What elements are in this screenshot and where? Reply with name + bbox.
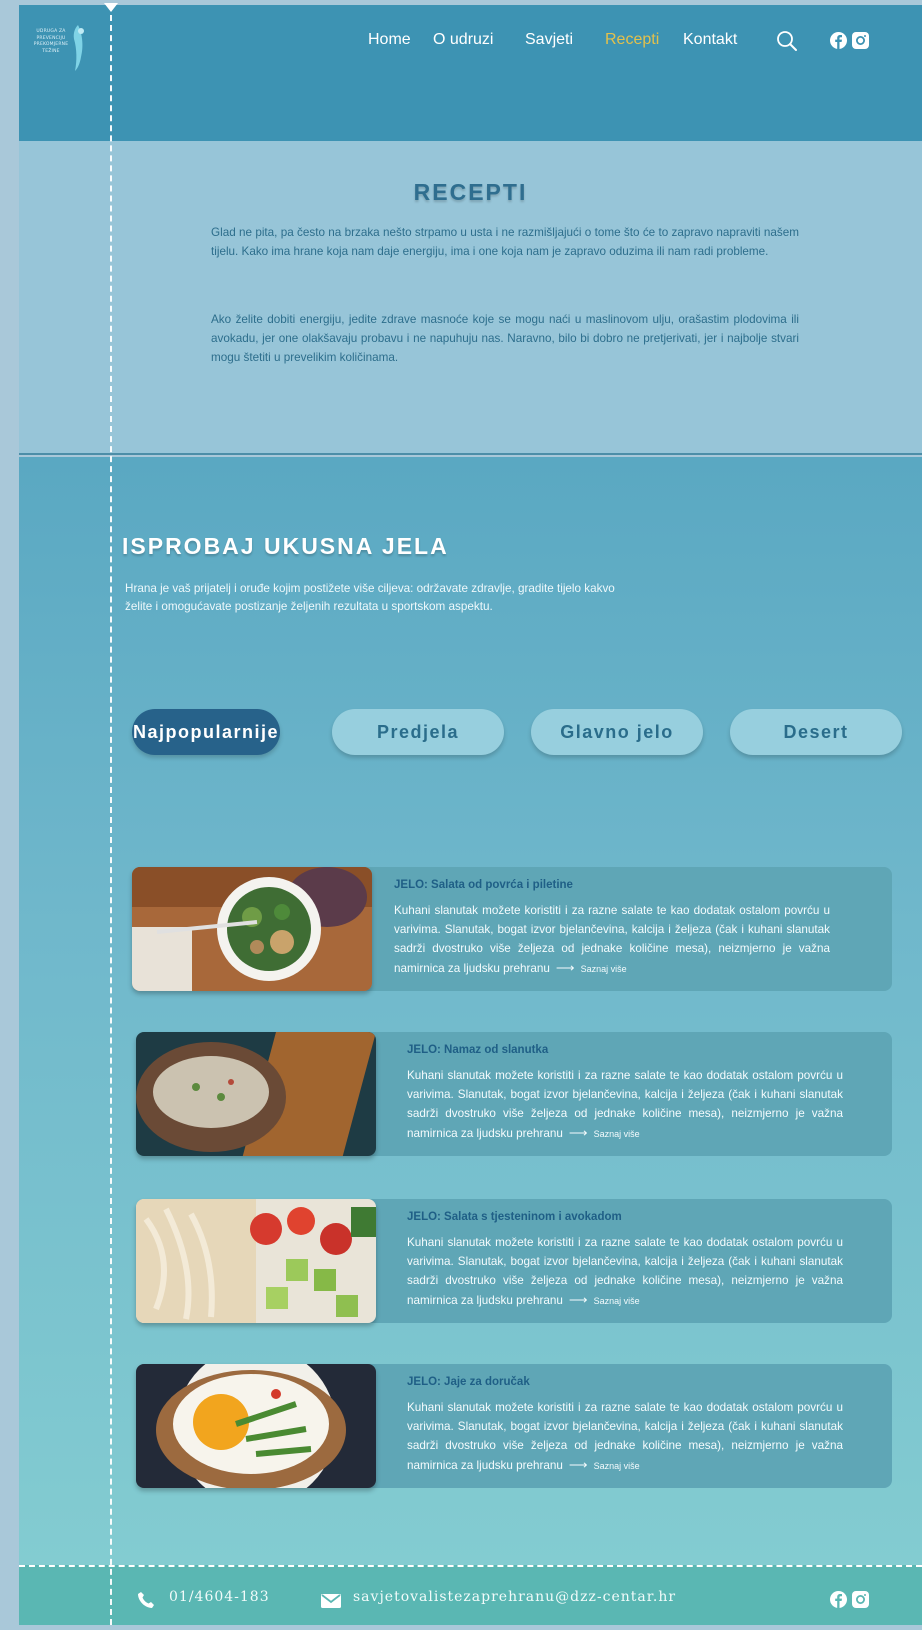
page-title: RECEPTI (413, 179, 528, 205)
recipe-description: Kuhani slanutak možete koristiti i za ra… (407, 1398, 843, 1476)
recipe-card[interactable]: JELO: Salata s tjesteninom i avokadom Ku… (136, 1199, 892, 1323)
mail-icon (321, 1594, 341, 1608)
read-more-link[interactable]: Saznaj više (594, 1129, 640, 1139)
arrow-right-icon: ⟶ (555, 960, 575, 975)
recipe-card[interactable]: JELO: Jaje za doručak Kuhani slanutak mo… (136, 1364, 892, 1488)
nav-kontakt[interactable]: Kontakt (683, 31, 737, 49)
phone-icon (138, 1592, 154, 1608)
intro-paragraph-2: Ako želite dobiti energiju, jedite zdrav… (211, 313, 799, 364)
facebook-icon[interactable] (830, 32, 847, 49)
tab-predjela[interactable]: Predjela (332, 709, 504, 755)
dishes-title: ISPROBAJ UKUSNA JELA (122, 533, 449, 559)
recipe-title: JELO: Salata od povrća i piletine (394, 879, 573, 891)
tab-glavno-jelo[interactable]: Glavno jelo (531, 709, 703, 755)
nav-home[interactable]: Home (368, 31, 411, 49)
recipe-card[interactable]: JELO: Salata od povrća i piletine Kuhani… (132, 867, 892, 991)
dishes-subtitle: Hrana je vaš prijatelj i oruđe kojim pos… (125, 582, 615, 613)
recipe-card[interactable]: JELO: Namaz od slanutka Kuhani slanutak … (136, 1032, 892, 1156)
nav-recepti[interactable]: Recepti (605, 31, 659, 49)
nav-savjeti[interactable]: Savjeti (525, 31, 573, 49)
instagram-icon[interactable] (852, 1591, 869, 1608)
recipe-description: Kuhani slanutak možete koristiti i za ra… (394, 901, 830, 979)
recipe-image-chickpea-spread (136, 1032, 376, 1156)
page: UDRUGA ZA PREVENCIJU PREKOMJERNE TEŽINE … (19, 5, 922, 1625)
read-more-link[interactable]: Saznaj više (594, 1461, 640, 1471)
site-footer: 01/4604-183 savjetovalistezaprehranu@dzz… (19, 1565, 922, 1625)
logo-text: UDRUGA ZA PREVENCIJU PREKOMJERNE TEŽINE (33, 29, 69, 54)
arrow-right-icon: ⟶ (568, 1457, 588, 1472)
recipe-image-salad (132, 867, 372, 991)
recipe-description: Kuhani slanutak možete koristiti i za ra… (407, 1233, 843, 1311)
recipe-title: JELO: Jaje za doručak (407, 1376, 530, 1388)
footer-email[interactable]: savjetovalistezaprehranu@dzz-centar.hr (353, 1589, 676, 1605)
recipe-image-egg-breakfast (136, 1364, 376, 1488)
recipe-image-pasta-avocado (136, 1199, 376, 1323)
search-icon[interactable] (775, 29, 799, 53)
footer-phone[interactable]: 01/4604-183 (169, 1589, 270, 1605)
recipe-title: JELO: Salata s tjesteninom i avokadom (407, 1211, 622, 1223)
arrow-right-icon: ⟶ (568, 1292, 588, 1307)
read-more-link[interactable]: Saznaj više (581, 964, 627, 974)
facebook-icon[interactable] (830, 1591, 847, 1608)
dishes-section: ISPROBAJ UKUSNA JELA Hrana je vaš prijat… (19, 457, 922, 1565)
read-more-link[interactable]: Saznaj više (594, 1296, 640, 1306)
tab-najpopularnije[interactable]: Najpopularnije (132, 709, 280, 755)
recipe-title: JELO: Namaz od slanutka (407, 1044, 549, 1056)
decorative-dashed-line (110, 5, 112, 1625)
recipe-description: Kuhani slanutak možete koristiti i za ra… (407, 1066, 843, 1144)
recepti-intro-section: RECEPTI Glad ne pita, pa često na brzaka… (19, 141, 922, 455)
logo[interactable]: UDRUGA ZA PREVENCIJU PREKOMJERNE TEŽINE (29, 19, 91, 75)
intro-paragraph-1: Glad ne pita, pa često na brzaka nešto s… (211, 226, 799, 258)
nav-o-udruzi[interactable]: O udruzi (433, 31, 493, 49)
arrow-right-icon: ⟶ (568, 1125, 588, 1140)
decorative-triangle-icon (104, 3, 118, 12)
tab-desert[interactable]: Desert (730, 709, 902, 755)
instagram-icon[interactable] (852, 32, 869, 49)
site-header: UDRUGA ZA PREVENCIJU PREKOMJERNE TEŽINE … (19, 5, 922, 141)
logo-figure-icon (73, 25, 84, 71)
